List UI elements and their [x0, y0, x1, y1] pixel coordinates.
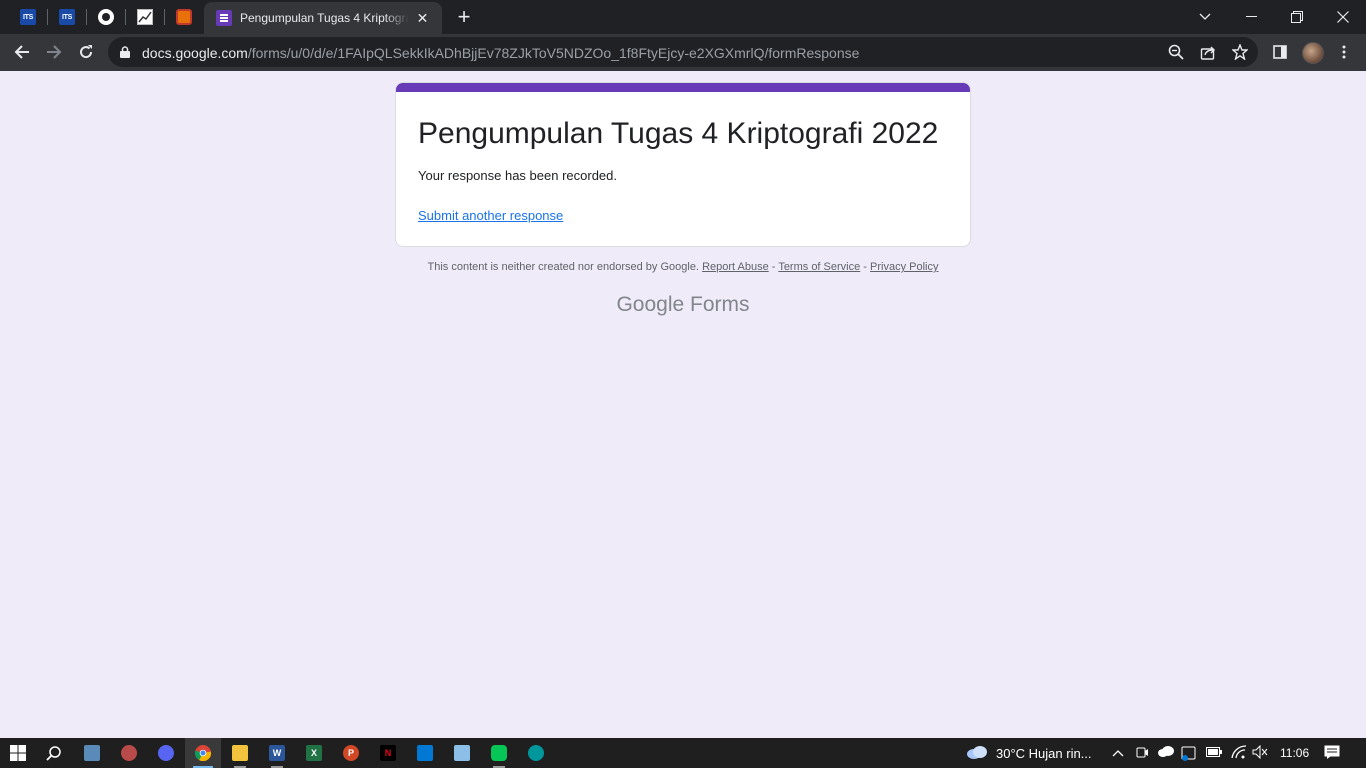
- tab-close-icon[interactable]: ✕: [415, 10, 430, 27]
- its-icon: ITS: [20, 9, 36, 25]
- battery-icon[interactable]: [1206, 745, 1222, 761]
- powerpoint-icon[interactable]: P: [333, 738, 369, 768]
- google-forms-logo[interactable]: Google Forms: [395, 293, 971, 317]
- forward-arrow-icon[interactable]: [40, 38, 68, 66]
- zoom-icon[interactable]: [1168, 44, 1184, 60]
- windows-taskbar: W X P N 30°C Hujan rin... 11:06: [0, 738, 1366, 768]
- weather-cloud-icon[interactable]: [966, 744, 987, 760]
- tab-active-form[interactable]: Pengumpulan Tugas 4 Kriptografi 2022 ✕: [204, 2, 442, 34]
- share-icon[interactable]: [1200, 44, 1216, 60]
- netflix-icon[interactable]: N: [370, 738, 406, 768]
- discord-icon[interactable]: [148, 738, 184, 768]
- restore-icon[interactable]: [1274, 0, 1320, 34]
- wifi-icon[interactable]: [1231, 745, 1247, 761]
- windows-start-icon[interactable]: [0, 738, 36, 768]
- google-wordmark: Google: [616, 293, 685, 316]
- arduino-icon[interactable]: [518, 738, 554, 768]
- volume-muted-icon[interactable]: [1252, 744, 1268, 761]
- footer-separator: -: [863, 261, 867, 273]
- tab-search-chevron-down-icon[interactable]: [1182, 0, 1228, 34]
- privacy-policy-link[interactable]: Privacy Policy: [870, 261, 938, 273]
- github-icon: [98, 9, 114, 25]
- taskbar-search-icon[interactable]: [36, 738, 72, 768]
- close-window-icon[interactable]: [1320, 0, 1366, 34]
- reload-icon[interactable]: [72, 38, 100, 66]
- minimize-icon[interactable]: [1228, 0, 1274, 34]
- tray-chevron-up-icon[interactable]: [1110, 745, 1126, 761]
- forms-wordmark: Forms: [690, 293, 750, 316]
- onedrive-cloud-icon[interactable]: [1157, 745, 1174, 761]
- word-icon[interactable]: W: [259, 738, 295, 768]
- browser-tab-strip: ITS ITS Pengumpulan Tugas 4 Kriptografi …: [0, 0, 1366, 34]
- new-tab-button[interactable]: +: [452, 6, 476, 28]
- notification-center-icon[interactable]: [1324, 745, 1340, 761]
- terms-of-service-link[interactable]: Terms of Service: [778, 261, 860, 273]
- confirmation-message: Your response has been recorded.: [418, 168, 617, 183]
- footer-separator: -: [771, 261, 776, 273]
- bookmark-star-icon[interactable]: [1232, 44, 1248, 60]
- pinned-tab-github[interactable]: [87, 4, 125, 30]
- submit-another-response-link[interactable]: Submit another response: [418, 208, 563, 223]
- browser-toolbar: docs.google.com/forms/u/0/d/e/1FAIpQLSek…: [0, 34, 1366, 71]
- pinned-tab-its-1[interactable]: ITS: [9, 4, 47, 30]
- pinned-tab-orange-app[interactable]: [165, 4, 203, 30]
- disclaimer-text: This content is neither created nor endo…: [427, 261, 700, 273]
- chart-icon: [137, 9, 153, 25]
- clock-time[interactable]: 11:06: [1280, 746, 1309, 760]
- form-response-card: Pengumpulan Tugas 4 Kriptografi 2022 You…: [395, 82, 971, 247]
- chrome-taskbar-icon[interactable]: [185, 738, 221, 768]
- orange-app-icon: [176, 9, 192, 25]
- back-arrow-icon[interactable]: [8, 38, 36, 66]
- url-path: /forms/u/0/d/e/1FAIpQLSekkIkADhBjjEv78ZJ…: [247, 45, 860, 61]
- side-panel-icon[interactable]: [1266, 38, 1294, 66]
- line-app-icon[interactable]: [481, 738, 517, 768]
- notification-app-icon[interactable]: [1181, 745, 1197, 761]
- game-app-icon[interactable]: [111, 738, 147, 768]
- file-explorer-icon[interactable]: [222, 738, 258, 768]
- footer-disclaimer: This content is neither created nor endo…: [395, 261, 971, 273]
- report-abuse-link[interactable]: Report Abuse: [702, 261, 769, 273]
- pinned-tab-chart[interactable]: [126, 4, 164, 30]
- more-menu-icon[interactable]: [1330, 38, 1358, 66]
- pinned-tab-its-2[interactable]: ITS: [48, 4, 86, 30]
- virtualbox-icon[interactable]: [444, 738, 480, 768]
- photos-app-icon[interactable]: [74, 738, 110, 768]
- weather-text[interactable]: 30°C Hujan rin...: [996, 746, 1092, 761]
- lock-icon: [120, 46, 130, 58]
- profile-avatar[interactable]: [1302, 42, 1324, 64]
- tab-title: Pengumpulan Tugas 4 Kriptografi 2022: [240, 11, 409, 25]
- form-accent-bar: [396, 83, 970, 92]
- form-title: Pengumpulan Tugas 4 Kriptografi 2022: [418, 117, 939, 150]
- its-icon: ITS: [59, 9, 75, 25]
- meet-now-icon[interactable]: [1134, 745, 1150, 761]
- url-text: docs.google.com/forms/u/0/d/e/1FAIpQLSek…: [142, 45, 859, 61]
- google-forms-icon: [216, 10, 232, 26]
- excel-icon[interactable]: X: [296, 738, 332, 768]
- url-host: docs.google.com: [142, 45, 248, 61]
- vscode-icon[interactable]: [407, 738, 443, 768]
- address-bar[interactable]: docs.google.com/forms/u/0/d/e/1FAIpQLSek…: [108, 37, 1258, 67]
